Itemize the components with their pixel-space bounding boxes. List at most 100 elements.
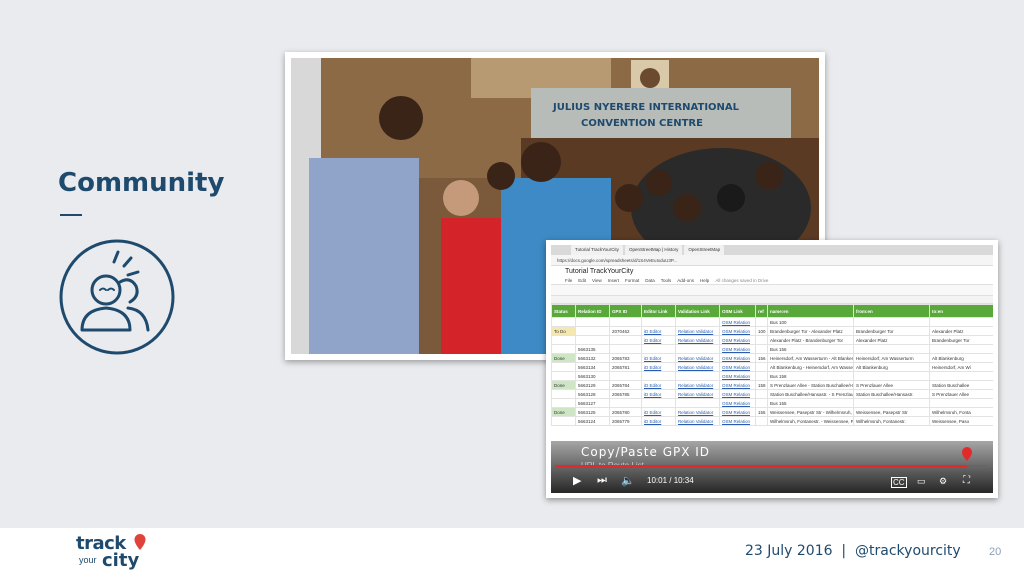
volume-icon[interactable]: 🔈: [621, 474, 635, 487]
table-cell[interactable]: OSM Relation: [719, 389, 756, 399]
table-cell[interactable]: Relation Validator: [675, 389, 720, 399]
table-cell[interactable]: [609, 344, 642, 354]
table-cell[interactable]: OSM Relation: [719, 326, 756, 336]
table-cell[interactable]: OSM Relation: [719, 362, 756, 372]
table-cell[interactable]: 2065784: [609, 380, 642, 390]
table-cell[interactable]: Done: [551, 407, 576, 417]
table-cell[interactable]: iD Editor: [641, 380, 676, 390]
table-cell[interactable]: 5663132: [575, 353, 610, 363]
table-cell[interactable]: 5663130: [575, 371, 610, 381]
hd-settings-icon[interactable]: ▭: [917, 476, 926, 487]
table-cell[interactable]: [641, 371, 676, 381]
table-cell[interactable]: Weissensee, Pasepstr Str - Wilhelmsruh, …: [767, 407, 854, 417]
table-cell[interactable]: Wilhelmsruh, Fontanestr. - Weissensee, P…: [767, 416, 854, 426]
table-cell[interactable]: Station Buschallee: [929, 380, 993, 390]
table-cell[interactable]: [929, 317, 993, 327]
table-cell[interactable]: iD Editor: [641, 407, 676, 417]
table-cell[interactable]: [675, 398, 720, 408]
table-cell[interactable]: To Do: [551, 326, 576, 336]
table-cell[interactable]: iD Editor: [641, 335, 676, 345]
table-cell[interactable]: [641, 317, 676, 327]
table-cell[interactable]: 5663129: [575, 380, 610, 390]
table-cell[interactable]: OSM Relation: [719, 335, 756, 345]
table-cell[interactable]: Relation Validator: [675, 407, 720, 417]
table-cell[interactable]: [609, 371, 642, 381]
table-cell[interactable]: [755, 344, 768, 354]
table-cell[interactable]: [929, 344, 993, 354]
gear-icon[interactable]: ⚙: [939, 476, 947, 487]
table-cell[interactable]: OSM Relation: [719, 416, 756, 426]
table-cell[interactable]: Relation Validator: [675, 326, 720, 336]
table-cell[interactable]: OSM Relation: [719, 380, 756, 390]
table-cell[interactable]: 2065785: [609, 389, 642, 399]
table-cell[interactable]: [755, 398, 768, 408]
table-cell[interactable]: [755, 416, 768, 426]
table-cell[interactable]: 2065780: [609, 407, 642, 417]
table-cell[interactable]: [675, 317, 720, 327]
table-cell[interactable]: [641, 344, 676, 354]
table-cell[interactable]: [641, 398, 676, 408]
table-cell[interactable]: [575, 326, 610, 336]
table-cell[interactable]: [575, 317, 610, 327]
table-cell[interactable]: Weissensee, Pasepstr Str: [853, 407, 930, 417]
table-cell[interactable]: [755, 371, 768, 381]
table-cell[interactable]: [755, 389, 768, 399]
table-cell[interactable]: Relation Validator: [675, 362, 720, 372]
video-progress-bar[interactable]: [555, 465, 989, 468]
table-cell[interactable]: [551, 344, 576, 354]
table-cell[interactable]: [755, 335, 768, 345]
table-cell[interactable]: Alt Blankenburg: [929, 353, 993, 363]
table-cell[interactable]: iD Editor: [641, 416, 676, 426]
table-cell[interactable]: Wilhelmsruh, Fonta: [929, 407, 993, 417]
table-cell[interactable]: iD Editor: [641, 389, 676, 399]
fullscreen-icon[interactable]: ⛶: [963, 475, 970, 486]
table-cell[interactable]: [755, 317, 768, 327]
table-cell[interactable]: Heinersdorf, Am Wasserturm: [853, 353, 930, 363]
table-cell[interactable]: [551, 416, 576, 426]
play-icon[interactable]: ▶: [573, 474, 581, 487]
table-cell[interactable]: Done: [551, 380, 576, 390]
table-cell[interactable]: iD Editor: [641, 362, 676, 372]
table-cell[interactable]: Relation Validator: [675, 335, 720, 345]
table-cell[interactable]: OSM Relation: [719, 407, 756, 417]
table-cell[interactable]: [675, 344, 720, 354]
table-cell[interactable]: [675, 371, 720, 381]
table-cell[interactable]: Relation Validator: [675, 416, 720, 426]
table-cell[interactable]: Done: [551, 353, 576, 363]
table-cell[interactable]: OSM Relation: [719, 371, 756, 381]
table-cell[interactable]: Brandenburger Tor - Alexander Platz: [767, 326, 854, 336]
table-cell[interactable]: 2065781: [609, 362, 642, 372]
table-cell[interactable]: Relation Validator: [675, 380, 720, 390]
table-cell[interactable]: OSM Relation: [719, 353, 756, 363]
table-cell[interactable]: Alexander Platz: [929, 326, 993, 336]
table-cell[interactable]: Bus 100: [767, 317, 854, 327]
table-cell[interactable]: [609, 335, 642, 345]
table-cell[interactable]: [551, 317, 576, 327]
table-cell[interactable]: Relation Validator: [675, 353, 720, 363]
table-cell[interactable]: OSM Relation: [719, 398, 756, 408]
table-cell[interactable]: Bus 158: [767, 371, 854, 381]
table-cell[interactable]: Heinersdorf, Am Wasserturm - Alt Blanken…: [767, 353, 854, 363]
table-cell[interactable]: Alexander Platz: [853, 335, 930, 345]
table-cell[interactable]: Bus 155: [767, 398, 854, 408]
table-cell[interactable]: [853, 398, 930, 408]
table-cell[interactable]: 2065783: [609, 353, 642, 363]
table-cell[interactable]: Alt Blankenburg: [853, 362, 930, 372]
table-cell[interactable]: 5663128: [575, 389, 610, 399]
table-cell[interactable]: [551, 362, 576, 372]
table-cell[interactable]: 5663125: [575, 407, 610, 417]
table-cell[interactable]: 5663134: [575, 362, 610, 372]
table-cell[interactable]: 156: [755, 353, 768, 363]
table-cell[interactable]: [551, 389, 576, 399]
table-cell[interactable]: [609, 317, 642, 327]
table-cell[interactable]: [551, 371, 576, 381]
table-cell[interactable]: OSM Relation: [719, 317, 756, 327]
table-cell[interactable]: iD Editor: [641, 326, 676, 336]
table-cell[interactable]: [853, 344, 930, 354]
table-cell[interactable]: [853, 371, 930, 381]
captions-icon[interactable]: CC: [891, 477, 907, 488]
table-cell[interactable]: Alt Blankenburg - Heinersdorf, Am Wasser…: [767, 362, 854, 372]
table-cell[interactable]: [551, 335, 576, 345]
table-cell[interactable]: [853, 317, 930, 327]
next-icon[interactable]: ⏭: [597, 474, 607, 487]
